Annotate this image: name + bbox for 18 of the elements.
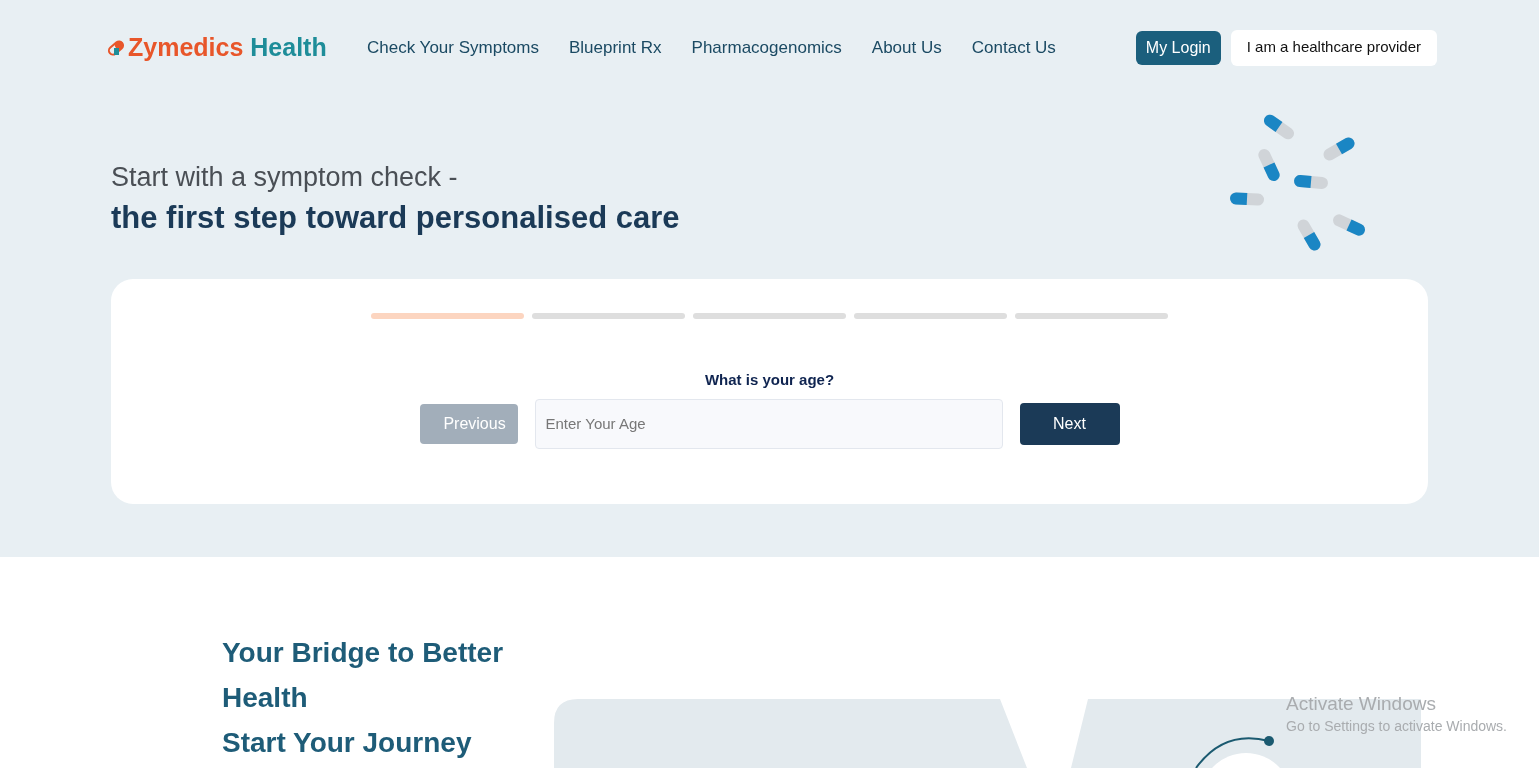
provider-button[interactable]: I am a healthcare provider [1230, 29, 1437, 66]
section-heading: Your Bridge to Better [222, 636, 505, 670]
login-button[interactable]: My Login [1135, 30, 1221, 65]
activation-notice-title: Activate Windows [1286, 692, 1437, 716]
nav-link[interactable]: Contact Us [971, 34, 1056, 61]
section-subheading: Start Your Journey [222, 726, 473, 760]
hero-subtitle: Start with a symptom check - [111, 161, 459, 194]
hero-title: the first step toward personalised care [111, 199, 680, 237]
nav-link[interactable]: Blueprint Rx [568, 34, 662, 61]
age-input-field[interactable]: Enter Your Age [534, 398, 1003, 449]
section-heading: Health [222, 681, 309, 715]
nav-link[interactable]: About Us [871, 34, 942, 61]
nav-link[interactable]: Pharmacogenomics [691, 34, 842, 61]
capsule-logo-icon [106, 38, 126, 57]
next-button[interactable]: Next [1019, 402, 1120, 445]
question-label: What is your age? [704, 370, 835, 390]
activation-notice-text: Go to Settings to activate Windows. [1286, 717, 1507, 736]
nav-link[interactable]: Check Your Symptoms [367, 34, 539, 61]
